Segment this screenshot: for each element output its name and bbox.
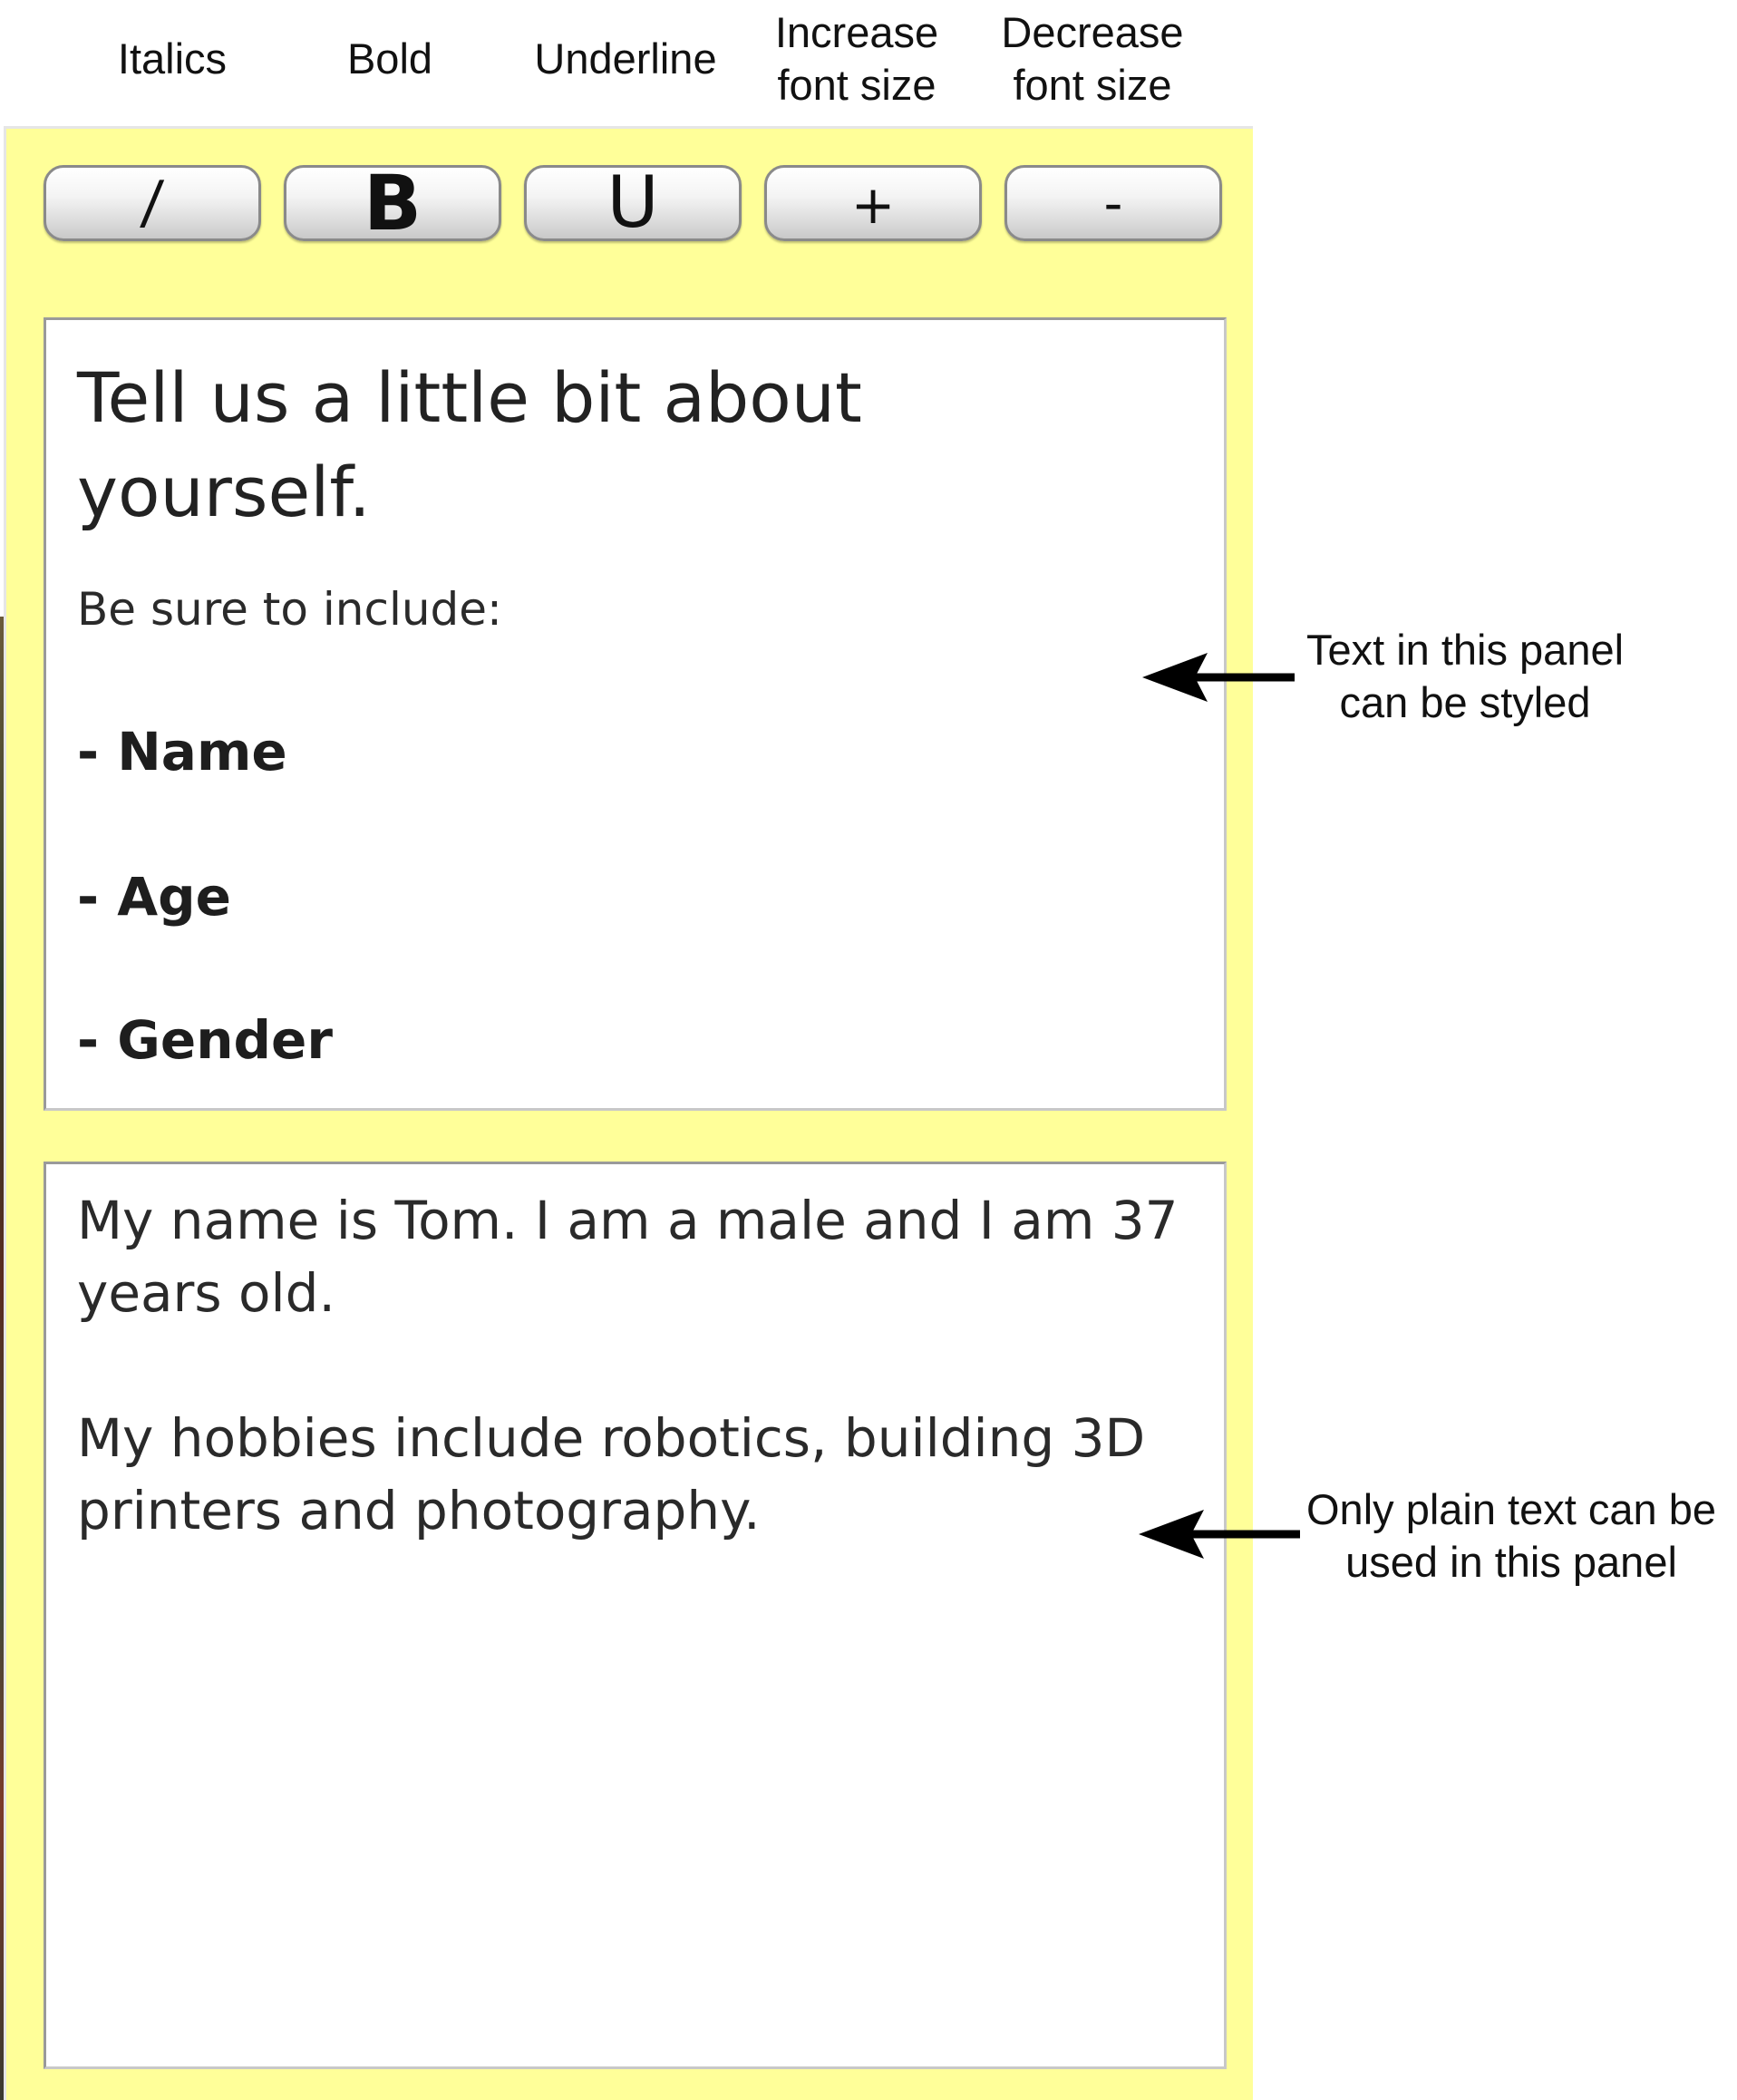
styled-heading: Tell us a little bit about yourself.: [77, 357, 862, 532]
increase-font-size-button[interactable]: +: [764, 165, 982, 241]
plain-panel-callout: Only plain text can be used in this pane…: [1306, 1485, 1716, 1586]
underline-button[interactable]: U: [524, 162, 742, 244]
label-italics: Italics: [117, 34, 228, 83]
bold-button[interactable]: B: [284, 159, 501, 248]
label-bold: Bold: [346, 34, 433, 83]
styled-subheading: Be sure to include:: [77, 583, 502, 636]
arrow-left-icon: [1142, 653, 1295, 702]
styled-list-item-name: - Name: [77, 721, 287, 783]
underline-button-label: U: [606, 162, 659, 244]
styled-panel-callout: Text in this panel can be styled: [1305, 626, 1625, 726]
increase-font-size-button-label: +: [850, 174, 896, 236]
plain-paragraph: My hobbies include robotics, building 3D…: [77, 1407, 1146, 1541]
bold-button-label: B: [363, 159, 422, 248]
decrease-font-size-button[interactable]: -: [1004, 165, 1222, 241]
italics-button-label: /: [139, 170, 166, 237]
plain-text-content: My name is Tom. I am a male and I am 37 …: [77, 1184, 1201, 1547]
label-decrease-font-size: Decrease font size: [1001, 8, 1184, 109]
styled-text-area[interactable]: Tell us a little bit about yourself. Be …: [44, 317, 1227, 1111]
arrow-left-icon: [1139, 1510, 1300, 1559]
plain-paragraph: My name is Tom. I am a male and I am 37 …: [77, 1190, 1179, 1324]
italics-button[interactable]: /: [44, 165, 261, 241]
label-underline: Underline: [534, 34, 717, 83]
styled-list-item-gender: - Gender: [77, 1009, 333, 1071]
decrease-font-size-button-label: -: [1103, 172, 1123, 234]
plain-text-area[interactable]: My name is Tom. I am a male and I am 37 …: [44, 1162, 1227, 2069]
styled-list-item-age: - Age: [77, 866, 232, 928]
label-increase-font-size: Increase font size: [774, 8, 939, 109]
